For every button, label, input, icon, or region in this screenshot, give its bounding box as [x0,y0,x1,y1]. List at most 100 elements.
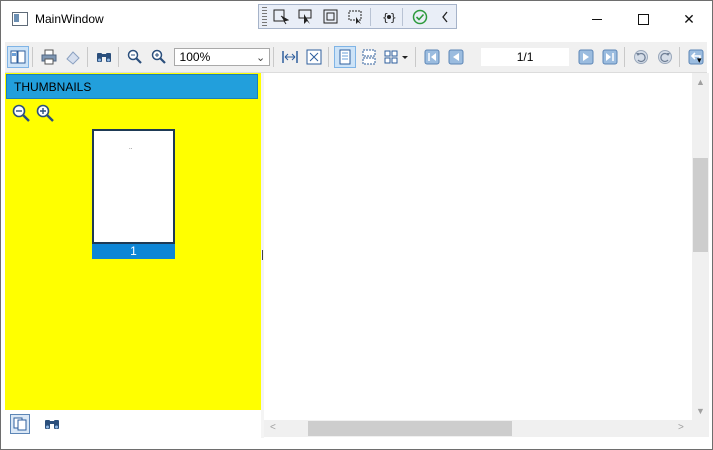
check-button[interactable] [409,7,431,27]
rotate-right-icon [658,50,673,64]
maximize-icon [637,13,649,25]
layout-adorner-icon [323,9,338,23]
eraser-button[interactable] [62,46,84,68]
scroll-up-icon[interactable]: ▲ [696,77,705,87]
binding-failures-button[interactable]: {} [377,7,399,27]
chevron-down-icon: ⌄ [256,51,266,64]
printer-icon [41,49,57,65]
viewer-toolbar: 100% ⌄ 1/1 ▾ [5,42,707,73]
search-tab[interactable] [42,414,62,434]
print-button[interactable] [38,46,60,68]
select-element-button[interactable] [270,7,292,27]
track-focus-button[interactable] [345,7,367,27]
scroll-right-icon[interactable]: > [678,422,684,433]
fit-page-button[interactable] [303,46,325,68]
page-number-field[interactable]: 1/1 [480,48,570,66]
zoom-out-button[interactable] [124,46,146,68]
splitter-grip-icon [262,250,263,260]
vertical-scrollbar[interactable]: ▲ ▼ [692,73,709,420]
overflow-chevron-icon: ▾ [697,55,702,65]
drag-grip-icon[interactable] [262,7,267,26]
toolbar-overflow-button[interactable]: ▾ [697,48,705,66]
zoom-value: 100% [179,50,211,64]
thumbnails-header: THUMBNAILS [6,74,258,99]
scrollbar-corner [692,420,709,437]
thumbnail-zoom-controls [12,104,54,122]
last-page-button[interactable] [599,46,621,68]
previous-page-icon [448,49,464,65]
multi-page-view-button[interactable] [382,46,412,68]
fit-width-button[interactable] [279,46,301,68]
close-icon: ✕ [683,10,695,27]
thumbnail-zoom-out-icon[interactable] [12,104,30,122]
eraser-icon [66,51,80,65]
layout-adorner-button[interactable] [320,7,342,27]
toggle-thumbnails-button[interactable] [7,46,29,68]
zoom-in-button[interactable] [148,46,170,68]
toolbar-separator [273,47,275,67]
scroll-left-icon[interactable]: < [270,422,276,433]
thumbnails-panel: THUMBNAILS .. 1 [5,73,261,410]
thumbnail-zoom-in-icon[interactable] [36,104,54,122]
panel-tab-bar [5,410,261,438]
zoom-combobox[interactable]: 100% ⌄ [173,48,271,66]
rotate-left-icon [634,50,649,64]
debug-toolbar: {} [258,4,457,29]
main-window: MainWindow ✕ {} 100% ⌄ 1/1 ▾ THUMBNAILS … [0,0,713,450]
toolbar-separator [328,47,330,67]
first-page-icon [424,49,440,65]
page-thumbnail-label: 1 [92,244,175,259]
multi-page-dropdown-icon [384,50,408,64]
toolbar-separator [370,7,371,26]
continuous-page-icon [362,49,376,65]
thumbnails-tab-icon [13,417,27,431]
close-button[interactable]: ✕ [666,1,712,37]
thumbnails-panel-icon [10,50,26,64]
zoom-in-icon [151,49,166,64]
maximize-button[interactable] [620,1,666,37]
rotate-left-button[interactable] [630,46,652,68]
toolbar-separator [402,7,403,26]
toolbar-separator [624,47,626,67]
zoom-out-icon [127,49,142,64]
fit-width-icon [282,51,298,63]
toolbar-separator [679,47,681,67]
last-page-icon [602,49,618,65]
single-page-icon [339,49,351,65]
vertical-scroll-thumb[interactable] [693,158,708,252]
pointer-button[interactable] [295,7,317,27]
binding-failures-icon: {} [382,11,396,24]
single-page-view-button[interactable] [334,46,357,68]
next-page-button[interactable] [575,46,597,68]
find-button[interactable] [93,46,115,68]
collapse-chevron-icon [442,11,448,22]
toolbar-separator [414,47,416,67]
horizontal-scrollbar[interactable]: < > [264,420,692,437]
continuous-view-button[interactable] [358,46,380,68]
pointer-icon [298,9,312,24]
toolbar-separator [31,47,33,67]
scroll-down-icon[interactable]: ▼ [696,406,705,416]
binoculars-icon [96,53,111,62]
minimize-icon [592,18,602,20]
rotate-right-button[interactable] [654,46,676,68]
previous-page-button[interactable] [445,46,467,68]
first-page-button[interactable] [421,46,443,68]
toolbar-separator [117,47,119,67]
document-viewer[interactable] [264,73,692,420]
binoculars-icon [45,420,59,429]
horizontal-scroll-thumb[interactable] [308,421,512,436]
svg-text:}: } [390,11,396,24]
toolbar-separator [86,47,88,67]
page-thumbnail[interactable]: .. [92,129,175,244]
check-icon [412,9,428,24]
thumbnails-tab[interactable] [10,414,30,434]
thumbnail-content: .. [129,145,133,151]
minimize-button[interactable] [574,1,620,37]
collapse-toolbar-button[interactable] [434,7,456,27]
next-page-icon [578,49,594,65]
track-focus-icon [348,10,362,24]
window-title: MainWindow [35,12,104,26]
fit-page-icon [306,49,322,65]
app-icon [12,12,28,26]
